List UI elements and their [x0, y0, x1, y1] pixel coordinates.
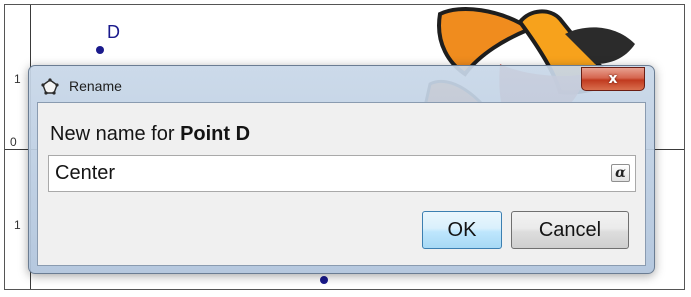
name-input[interactable]	[55, 156, 595, 191]
y-tick-label: 1	[14, 218, 21, 232]
prompt-prefix: New name for	[50, 123, 181, 145]
y-tick-label: 1	[14, 72, 21, 86]
alpha-symbol-icon: α	[615, 165, 626, 181]
point-d-label[interactable]: D	[107, 22, 120, 43]
point-center-below[interactable]	[320, 276, 328, 284]
dialog-content: New name for Point D α OK Cancel	[37, 102, 646, 266]
rename-dialog: Rename x New name for Point D α OK Cance…	[28, 65, 655, 274]
cancel-button[interactable]: Cancel	[511, 211, 629, 249]
alpha-symbol-button[interactable]: α	[611, 164, 630, 182]
close-icon: x	[608, 71, 618, 87]
y-tick-label-zero: 0	[10, 135, 17, 149]
dialog-title-bar[interactable]: Rename x	[29, 66, 654, 102]
rename-prompt: New name for Point D	[50, 123, 250, 146]
dialog-title: Rename	[69, 78, 122, 94]
point-d[interactable]	[96, 46, 104, 54]
prompt-object-name: Point D	[180, 123, 251, 145]
close-button[interactable]: x	[581, 67, 645, 91]
name-field[interactable]: α	[48, 155, 636, 192]
ok-button[interactable]: OK	[422, 211, 502, 249]
polygon-shape-icon	[41, 78, 59, 95]
